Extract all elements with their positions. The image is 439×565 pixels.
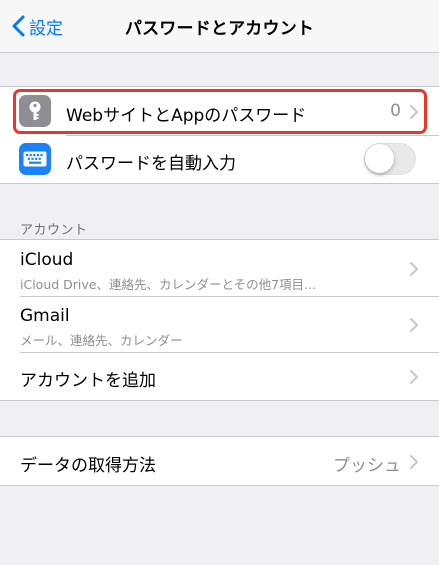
navigation-bar: 設定 パスワードとアカウント xyxy=(0,0,439,53)
chevron-right-icon xyxy=(410,370,418,384)
page-title: パスワードとアカウント xyxy=(124,19,315,39)
chevron-right-icon xyxy=(410,262,418,276)
fetch-new-data-row[interactable]: データの取得方法 プッシュ xyxy=(0,437,439,485)
keyboard-icon xyxy=(19,143,51,175)
accounts-section-header: アカウント xyxy=(20,223,88,238)
autofill-passwords-label: パスワードを自動入力 xyxy=(66,154,236,174)
website-app-passwords-row[interactable]: WebサイトとAppのパスワード 0 xyxy=(0,87,439,135)
chevron-right-icon xyxy=(410,455,418,469)
fetch-mode-value: プッシュ xyxy=(333,456,401,476)
account-detail: メール、連絡先、カレンダー xyxy=(20,333,183,348)
website-app-passwords-label: WebサイトとAppのパスワード xyxy=(66,106,307,126)
account-row-gmail[interactable]: Gmail メール、連絡先、カレンダー xyxy=(0,297,439,352)
account-detail: iCloud Drive、連絡先、カレンダーとその他7項目... xyxy=(20,277,316,292)
chevron-right-icon xyxy=(410,318,418,332)
fetch-new-data-label: データの取得方法 xyxy=(20,456,156,476)
add-account-label: アカウントを追加 xyxy=(20,371,156,391)
key-icon xyxy=(19,95,51,127)
accounts-group: iCloud iCloud Drive、連絡先、カレンダーとその他7項目... … xyxy=(0,239,439,401)
autofill-toggle[interactable] xyxy=(364,143,416,175)
password-count: 0 xyxy=(390,101,401,121)
add-account-row[interactable]: アカウントを追加 xyxy=(0,353,439,400)
toggle-knob xyxy=(365,144,394,173)
fetch-group: データの取得方法 プッシュ xyxy=(0,436,439,486)
chevron-right-icon xyxy=(410,105,418,119)
account-row-icloud[interactable]: iCloud iCloud Drive、連絡先、カレンダーとその他7項目... xyxy=(0,240,439,296)
account-name: Gmail xyxy=(20,306,70,326)
account-name: iCloud xyxy=(20,250,74,270)
